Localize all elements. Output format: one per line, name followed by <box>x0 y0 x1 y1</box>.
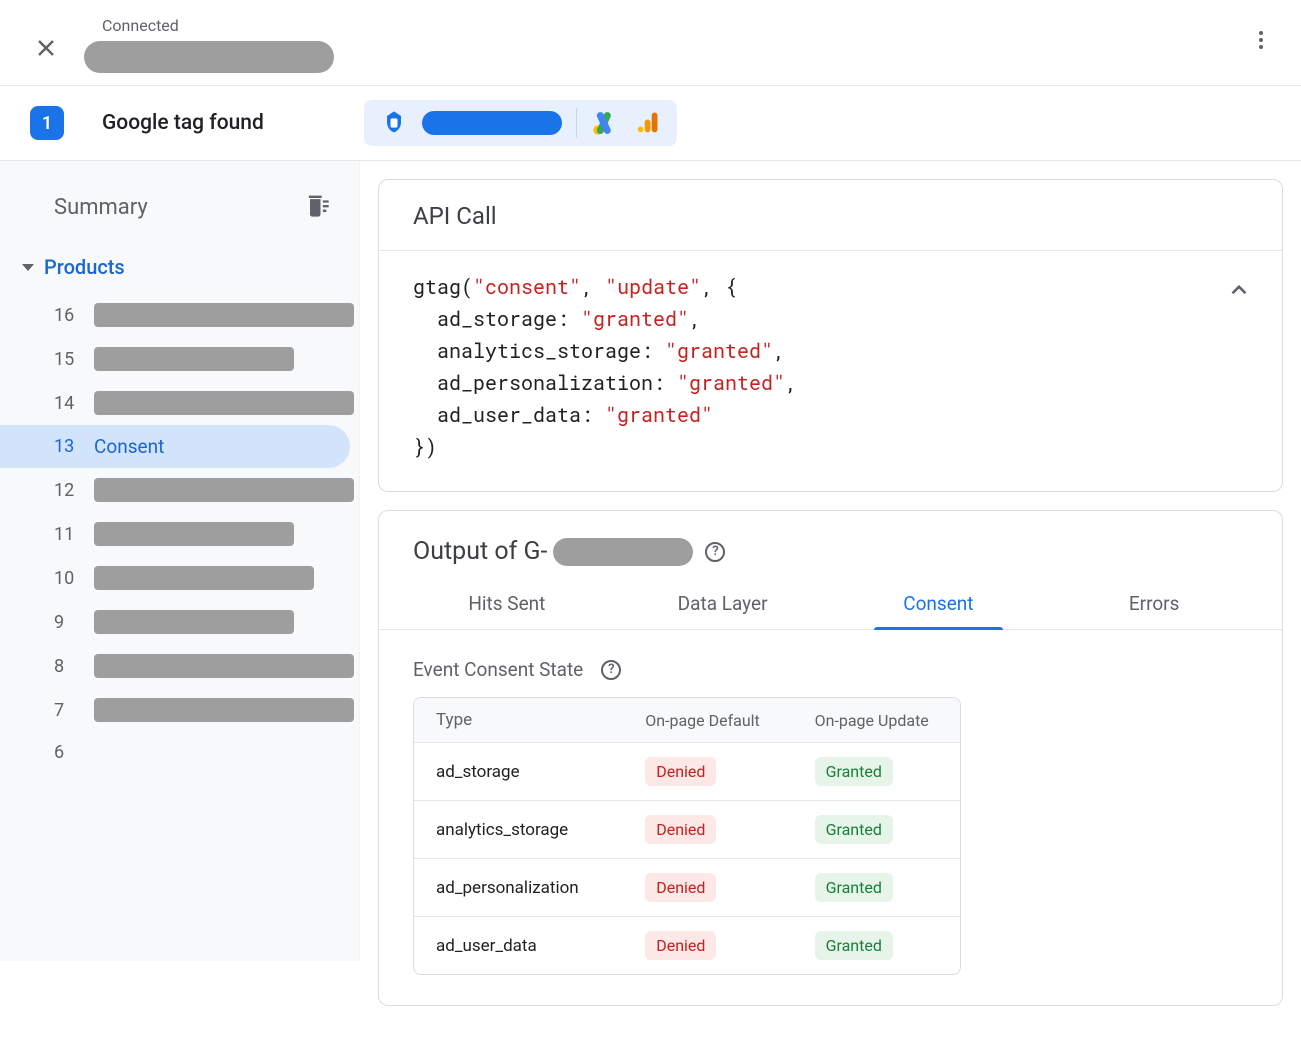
consent-section-title: Event Consent State ? <box>379 630 1282 697</box>
consent-table: TypeOn-page DefaultOn-page Updatead_stor… <box>413 697 961 975</box>
event-item[interactable]: 10 <box>0 556 359 600</box>
default-badge: Denied <box>645 931 716 960</box>
table-row: analytics_storage Denied Granted <box>414 801 960 859</box>
tag-found-label: Google tag found <box>102 111 264 135</box>
table-header: TypeOn-page DefaultOn-page Update <box>414 698 960 743</box>
google-ads-icon <box>591 109 619 137</box>
summary-row[interactable]: Summary <box>0 181 359 245</box>
google-analytics-icon <box>633 109 661 137</box>
table-header-cell: On-page Update <box>793 699 960 742</box>
update-badge: Granted <box>815 873 893 902</box>
close-icon[interactable] <box>32 34 60 62</box>
table-row: ad_storage Denied Granted <box>414 743 960 801</box>
collapse-icon[interactable] <box>1226 277 1252 307</box>
api-call-title: API Call <box>379 180 1282 251</box>
tag-count-badge: 1 <box>30 106 64 140</box>
event-number: 6 <box>54 742 80 763</box>
default-badge: Denied <box>645 873 716 902</box>
redacted-event-label <box>94 347 294 371</box>
help-icon[interactable]: ? <box>705 542 725 562</box>
table-header-cell: Type <box>414 698 623 742</box>
sidebar: Summary Products 16 15 14 13 Consent 12 11 10 9 8… <box>0 161 360 961</box>
product-chips <box>364 100 677 146</box>
event-item[interactable]: 13 Consent <box>0 425 350 468</box>
update-badge: Granted <box>815 815 893 844</box>
api-call-code: gtag("consent", "update", { ad_storage: … <box>413 271 1248 463</box>
redacted-event-label <box>94 391 354 415</box>
table-row: ad_personalization Denied Granted <box>414 859 960 917</box>
redacted-event-label <box>94 698 354 722</box>
consent-type: ad_personalization <box>414 864 623 912</box>
more-menu-icon[interactable] <box>1249 28 1273 56</box>
redacted-event-label <box>94 478 354 502</box>
chip-separator <box>576 108 577 138</box>
event-item[interactable]: 8 <box>0 644 359 688</box>
consent-type: ad_user_data <box>414 922 623 970</box>
products-toggle[interactable]: Products <box>0 245 359 293</box>
google-tag-icon <box>380 109 408 137</box>
event-number: 10 <box>54 568 80 589</box>
table-row: ad_user_data Denied Granted <box>414 917 960 974</box>
summary-label: Summary <box>54 195 148 220</box>
update-badge: Granted <box>815 931 893 960</box>
api-call-body: gtag("consent", "update", { ad_storage: … <box>379 251 1282 491</box>
event-number: 16 <box>54 305 80 326</box>
event-item[interactable]: 15 <box>0 337 359 381</box>
redacted-event-label <box>94 610 294 634</box>
event-number: 11 <box>54 524 80 545</box>
help-icon[interactable]: ? <box>601 660 621 680</box>
consent-type: ad_storage <box>414 748 623 796</box>
main-panel: API Call gtag("consent", "update", { ad_… <box>360 161 1301 1042</box>
event-item[interactable]: 11 <box>0 512 359 556</box>
redacted-event-label <box>94 654 354 678</box>
output-card: Output of G- ? Hits SentData LayerConsen… <box>378 510 1283 1006</box>
tab-data-layer[interactable]: Data Layer <box>615 576 831 629</box>
body: Summary Products 16 15 14 13 Consent 12 11 10 9 8… <box>0 161 1301 1042</box>
event-number: 15 <box>54 349 80 370</box>
output-title-prefix: Output of G- <box>413 537 547 566</box>
subheader-bar: 1 Google tag found <box>0 86 1301 161</box>
redacted-measurement-id <box>553 538 693 566</box>
header-bar: Connected <box>0 0 1301 86</box>
event-label: Consent <box>94 435 164 458</box>
redacted-event-label <box>94 566 314 590</box>
event-item[interactable]: 12 <box>0 468 359 512</box>
event-number: 13 <box>54 436 80 457</box>
clear-icon[interactable] <box>303 191 331 223</box>
event-list: 16 15 14 13 Consent 12 11 10 9 8 7 6 <box>0 293 359 773</box>
tab-consent[interactable]: Consent <box>831 576 1047 629</box>
event-number: 8 <box>54 656 80 677</box>
event-item[interactable]: 9 <box>0 600 359 644</box>
redacted-event-label <box>94 522 294 546</box>
products-label: Products <box>44 255 125 279</box>
event-item[interactable]: 14 <box>0 381 359 425</box>
default-badge: Denied <box>645 757 716 786</box>
event-item[interactable]: 16 <box>0 293 359 337</box>
tab-hits-sent[interactable]: Hits Sent <box>399 576 615 629</box>
event-item[interactable]: 7 <box>0 688 359 732</box>
chevron-down-icon <box>22 264 34 271</box>
event-number: 9 <box>54 612 80 633</box>
connection-status: Connected <box>102 16 1281 35</box>
event-item[interactable]: 6 <box>0 732 359 773</box>
consent-section-label: Event Consent State <box>413 658 583 681</box>
event-number: 12 <box>54 480 80 501</box>
update-badge: Granted <box>815 757 893 786</box>
consent-type: analytics_storage <box>414 806 623 854</box>
output-title: Output of G- ? <box>379 511 1282 576</box>
event-number: 7 <box>54 700 80 721</box>
default-badge: Denied <box>645 815 716 844</box>
output-tabs: Hits SentData LayerConsentErrors <box>379 576 1282 630</box>
redacted-event-label <box>94 303 354 327</box>
redacted-tag-id <box>422 111 562 135</box>
redacted-url-pill <box>84 41 334 73</box>
table-header-cell: On-page Default <box>623 699 792 742</box>
header-title-col: Connected <box>84 16 1281 73</box>
api-call-card: API Call gtag("consent", "update", { ad_… <box>378 179 1283 492</box>
tab-errors[interactable]: Errors <box>1046 576 1262 629</box>
event-number: 14 <box>54 393 80 414</box>
